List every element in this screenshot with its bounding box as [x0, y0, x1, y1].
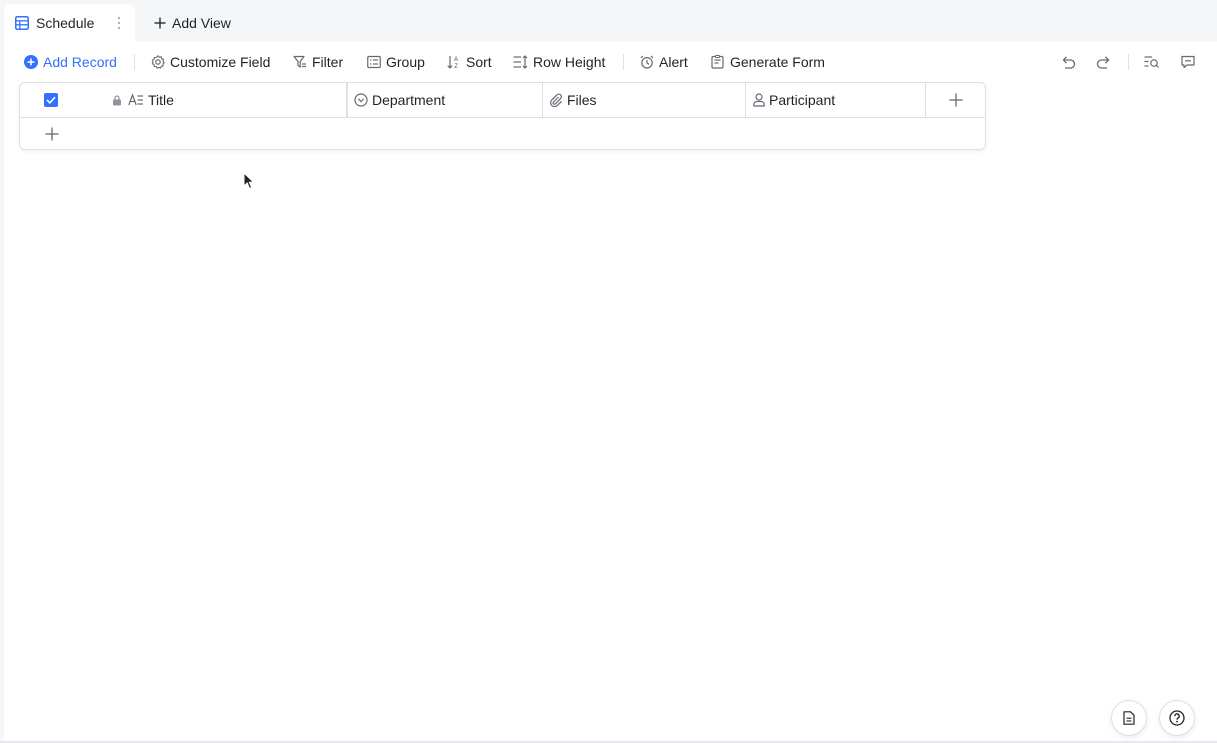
toolbar-divider	[623, 54, 624, 70]
toolbar: Add Record Customize Field Filter Group …	[4, 42, 1217, 82]
single-select-icon	[354, 93, 368, 107]
search-records-button[interactable]	[1142, 52, 1162, 72]
tab-schedule[interactable]: Schedule	[4, 4, 135, 42]
search-list-icon	[1144, 56, 1159, 68]
grid-view-icon	[15, 16, 29, 30]
row-height-label: Row Height	[533, 54, 606, 70]
filter-button[interactable]: Filter	[293, 51, 343, 73]
main-panel: Add Record Customize Field Filter Group …	[4, 42, 1217, 741]
plus-icon	[45, 127, 59, 141]
form-icon	[711, 55, 724, 69]
column-header-participant[interactable]: Participant	[746, 83, 926, 117]
plus-icon	[154, 17, 166, 29]
filter-label: Filter	[312, 54, 344, 70]
sort-label: Sort	[466, 54, 492, 70]
add-view-label: Add View	[172, 15, 231, 31]
customize-field-button[interactable]: Customize Field	[151, 51, 270, 73]
group-label: Group	[386, 54, 425, 70]
column-header-title[interactable]: Title	[20, 83, 347, 117]
plus-icon	[949, 93, 962, 107]
add-view-button[interactable]: Add View	[150, 4, 235, 42]
select-all-checkbox[interactable]	[44, 93, 58, 107]
text-field-icon	[128, 93, 143, 106]
add-record-button[interactable]: Add Record	[24, 51, 117, 73]
grid-header: Title Department Files Participant	[20, 83, 985, 118]
group-button[interactable]: Group	[367, 51, 425, 73]
comments-button[interactable]	[1178, 52, 1198, 72]
add-row-button[interactable]	[42, 124, 62, 144]
toolbar-divider	[1128, 54, 1129, 70]
sort-button[interactable]: A Z Sort	[447, 51, 492, 73]
add-field-button[interactable]	[926, 83, 985, 117]
document-button[interactable]	[1111, 700, 1147, 736]
undo-button[interactable]	[1058, 52, 1078, 72]
toolbar-divider	[134, 54, 135, 70]
redo-icon	[1096, 56, 1110, 69]
comment-icon	[1181, 55, 1195, 69]
help-button[interactable]	[1159, 700, 1195, 736]
sort-icon: A Z	[447, 56, 459, 69]
alert-button[interactable]: Alert	[640, 51, 688, 73]
redo-button[interactable]	[1094, 52, 1114, 72]
filter-icon	[293, 55, 306, 68]
person-icon	[753, 93, 765, 107]
alert-label: Alert	[659, 54, 688, 70]
undo-icon	[1062, 56, 1076, 69]
alarm-clock-icon	[640, 55, 654, 69]
tab-schedule-label: Schedule	[36, 15, 95, 31]
plus-circle-icon	[24, 55, 38, 69]
column-label: Participant	[769, 92, 836, 108]
generate-form-label: Generate Form	[730, 54, 825, 70]
data-grid: Title Department Files Participant	[19, 82, 986, 150]
mouse-pointer-icon	[243, 172, 255, 190]
help-icon	[1169, 710, 1185, 726]
column-label: Title	[148, 92, 174, 108]
column-label: Department	[372, 92, 446, 108]
generate-form-button[interactable]: Generate Form	[711, 51, 825, 73]
add-record-label: Add Record	[43, 54, 117, 70]
row-height-button[interactable]: Row Height	[513, 51, 605, 73]
column-header-department[interactable]: Department	[347, 83, 543, 117]
view-tab-bar: Schedule Add View	[0, 0, 1217, 42]
document-icon	[1123, 711, 1135, 725]
row-height-icon	[513, 55, 528, 69]
svg-text:Z: Z	[454, 63, 458, 69]
gear-icon	[151, 55, 165, 69]
customize-field-label: Customize Field	[170, 54, 271, 70]
lock-icon	[113, 95, 121, 106]
check-icon	[46, 96, 56, 104]
column-label: Files	[567, 92, 597, 108]
attachment-icon	[550, 93, 562, 107]
group-icon	[367, 55, 381, 69]
column-header-files[interactable]: Files	[543, 83, 746, 117]
more-vertical-icon[interactable]	[117, 15, 121, 31]
